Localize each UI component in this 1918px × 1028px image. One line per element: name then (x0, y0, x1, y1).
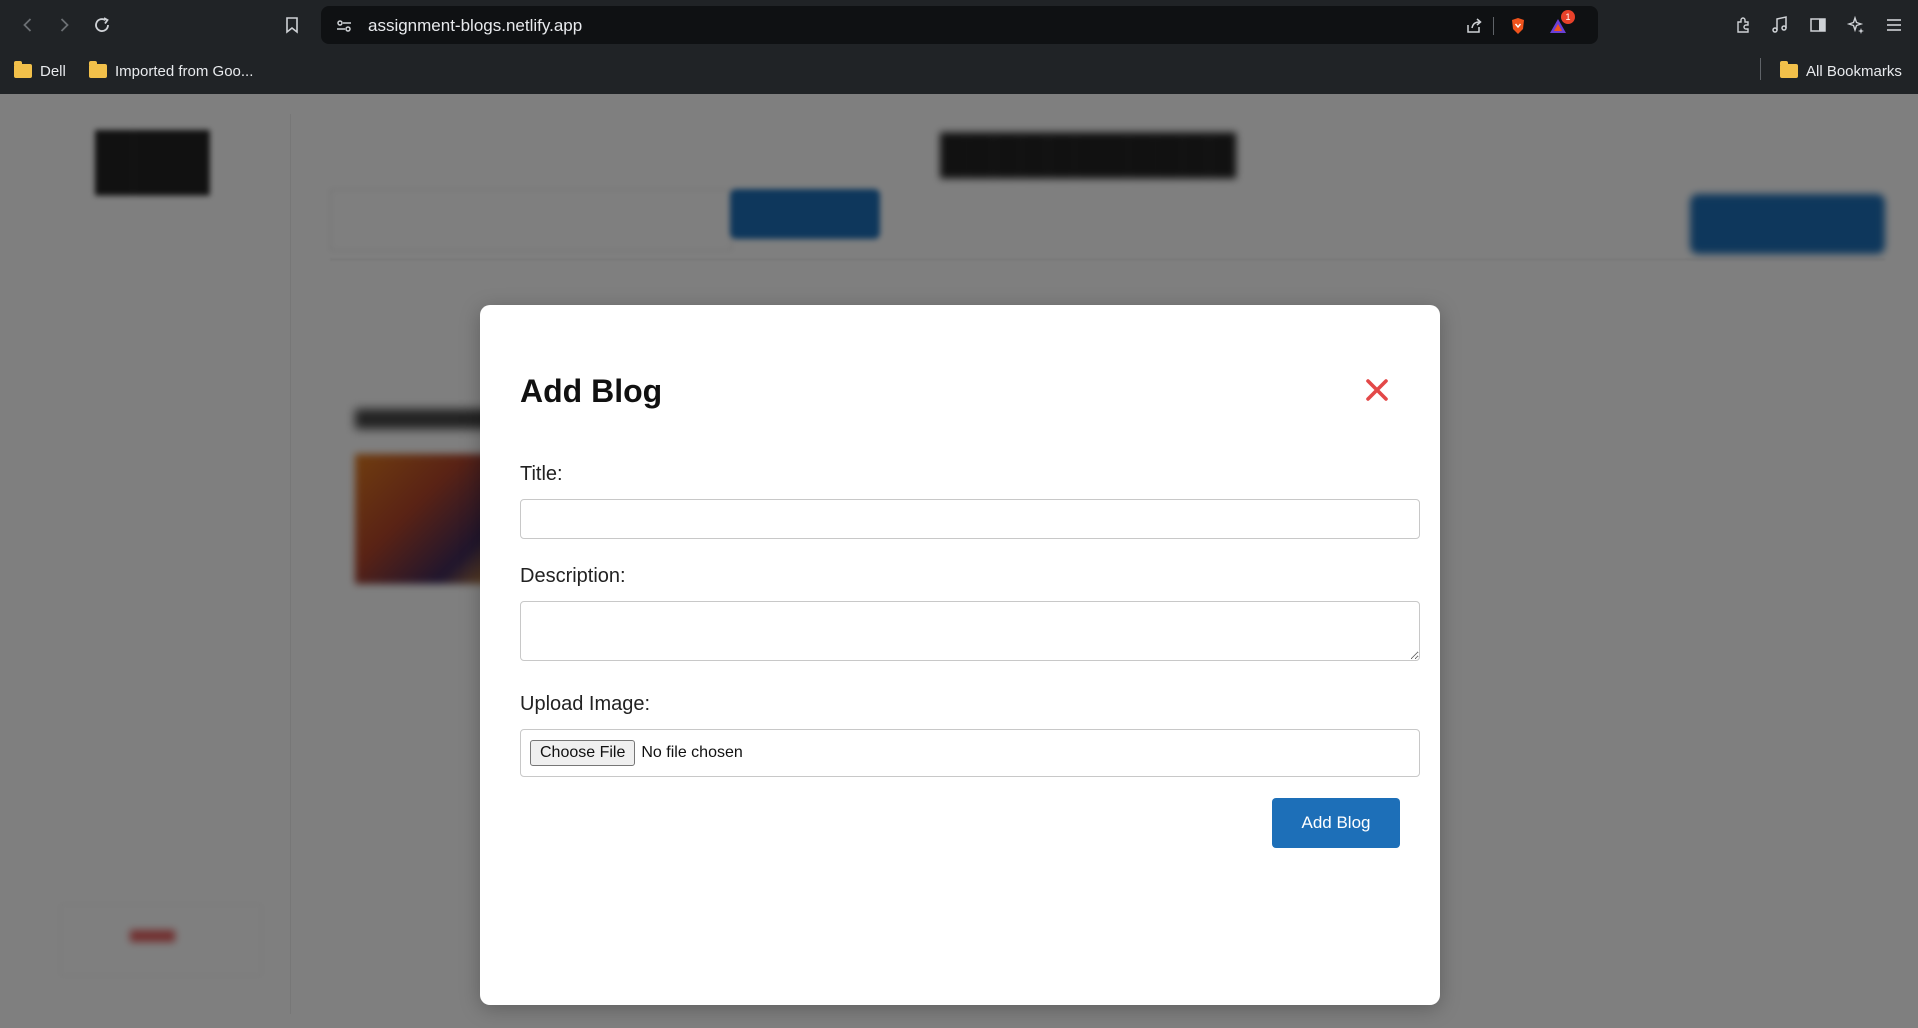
browser-chrome: assignment-blogs.netlify.app 1 Dell Impo… (0, 0, 1918, 94)
folder-icon (14, 61, 32, 78)
choose-file-button[interactable]: Choose File (530, 740, 636, 766)
share-icon[interactable] (1463, 15, 1485, 37)
back-icon[interactable] (14, 11, 42, 39)
bookmarks-bar: Dell Imported from Goo... All Bookmarks (0, 50, 1918, 94)
description-label: Description: (520, 565, 626, 587)
all-bookmarks-folder[interactable]: All Bookmarks (1780, 60, 1902, 82)
site-settings-icon[interactable] (333, 15, 355, 37)
upload-image-label: Upload Image: (520, 693, 651, 715)
page-viewport: ███ ███████████ Add Blog Title: Descript… (0, 94, 1918, 1028)
bookmark-folder-dell[interactable]: Dell (14, 60, 66, 82)
menu-icon[interactable] (1880, 11, 1908, 39)
leo-ai-icon[interactable] (1842, 11, 1870, 39)
all-bookmarks-label: All Bookmarks (1806, 62, 1902, 80)
browser-toolbar: assignment-blogs.netlify.app 1 (0, 0, 1918, 50)
extensions-icon[interactable] (1730, 11, 1758, 39)
folder-icon (89, 61, 107, 78)
forward-icon[interactable] (50, 11, 78, 39)
sidebar-toggle-icon[interactable] (1804, 11, 1832, 39)
description-textarea[interactable] (520, 601, 1420, 661)
bookmarks-divider (1760, 58, 1761, 80)
add-blog-modal: Add Blog Title: Description: Upload Imag… (480, 305, 1440, 1005)
url-text: assignment-blogs.netlify.app (368, 16, 583, 35)
bookmark-label: Imported from Goo... (115, 62, 254, 80)
media-icon[interactable] (1766, 11, 1794, 39)
bookmark-icon[interactable] (278, 11, 306, 39)
title-input[interactable] (520, 499, 1420, 539)
bookmark-label: Dell (40, 62, 66, 80)
address-bar[interactable]: assignment-blogs.netlify.app 1 (321, 6, 1598, 44)
image-file-input[interactable]: Choose File No file chosen (520, 729, 1420, 777)
modal-title: Add Blog (520, 373, 663, 409)
notification-badge: 1 (1561, 10, 1575, 24)
close-icon[interactable] (1362, 375, 1392, 405)
file-status-text: No file chosen (641, 744, 743, 761)
bookmark-folder-imported[interactable]: Imported from Goo... (89, 60, 253, 82)
folder-icon (1780, 61, 1798, 78)
omnibox-separator (1493, 17, 1494, 35)
add-blog-button[interactable]: Add Blog (1272, 798, 1400, 848)
reload-icon[interactable] (88, 11, 116, 39)
title-label: Title: (520, 463, 563, 485)
brave-shield-icon[interactable] (1507, 15, 1529, 37)
